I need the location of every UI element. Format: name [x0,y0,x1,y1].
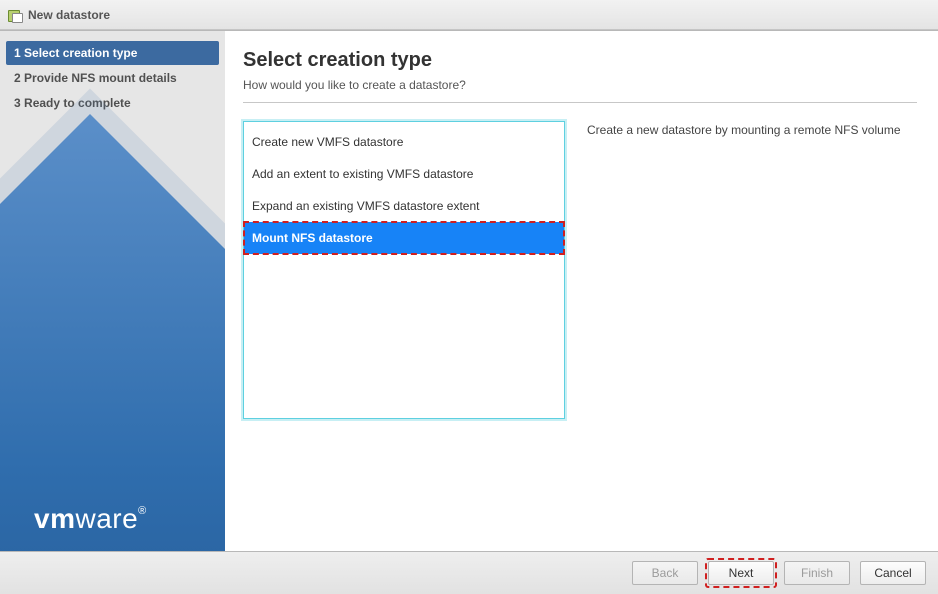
page-title: Select creation type [243,49,918,72]
step-2[interactable]: 2 Provide NFS mount details [6,66,219,90]
wizard-sidebar: 1 Select creation type 2 Provide NFS mou… [0,31,225,551]
step-number: 1 [14,46,21,60]
page-subtitle: How would you like to create a datastore… [243,78,917,103]
window-title: New datastore [28,8,110,22]
datastore-icon [8,8,22,22]
option-add-extent[interactable]: Add an extent to existing VMFS datastore [244,158,564,190]
body-row: Create new VMFS datastore Add an extent … [243,121,918,419]
creation-type-list: Create new VMFS datastore Add an extent … [243,121,565,419]
option-expand-extent[interactable]: Expand an existing VMFS datastore extent [244,190,564,222]
step-number: 3 [14,96,21,110]
back-button: Back [632,561,698,585]
step-label: Select creation type [24,46,137,60]
option-mount-nfs[interactable]: Mount NFS datastore [244,222,564,254]
step-number: 2 [14,71,21,85]
step-1[interactable]: 1 Select creation type [6,41,219,65]
background-shape [0,114,225,551]
option-create-vmfs[interactable]: Create new VMFS datastore [244,126,564,158]
step-3[interactable]: 3 Ready to complete [6,91,219,115]
titlebar: New datastore [0,0,938,30]
next-button[interactable]: Next [708,561,774,585]
cancel-button[interactable]: Cancel [860,561,926,585]
step-label: Provide NFS mount details [24,71,177,85]
vmware-logo: vmware® [34,503,147,535]
content-pane: Select creation type How would you like … [225,31,938,551]
option-description: Create a new datastore by mounting a rem… [587,121,918,419]
main-container: 1 Select creation type 2 Provide NFS mou… [0,30,938,551]
finish-button: Finish [784,561,850,585]
step-label: Ready to complete [24,96,131,110]
wizard-footer: Back Next Finish Cancel [0,551,938,594]
step-list: 1 Select creation type 2 Provide NFS mou… [0,31,225,126]
